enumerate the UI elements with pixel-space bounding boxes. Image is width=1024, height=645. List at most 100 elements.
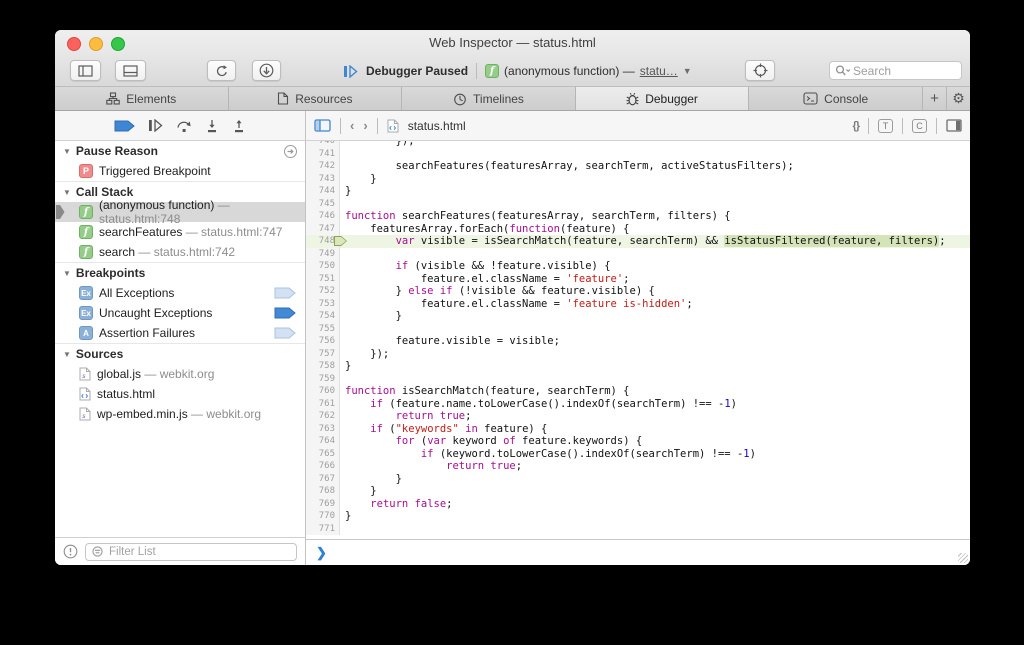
- code-text[interactable]: return true;: [340, 460, 522, 473]
- line-number[interactable]: 759: [306, 372, 340, 385]
- line-number[interactable]: 763: [306, 422, 340, 435]
- settings-button[interactable]: ⚙: [947, 87, 970, 110]
- code-text[interactable]: function searchFeatures(featuresArray, s…: [340, 210, 731, 223]
- filter-list-field[interactable]: [85, 542, 297, 561]
- back-button[interactable]: ‹: [350, 118, 354, 133]
- line-number[interactable]: 753: [306, 297, 340, 310]
- line-number[interactable]: 767: [306, 472, 340, 485]
- function-selector-dropdown[interactable]: f (anonymous function) — statu… ▼: [485, 64, 692, 78]
- call-stack-frame[interactable]: f searchFeatures — status.html:747: [55, 222, 305, 242]
- forward-button[interactable]: ›: [363, 118, 367, 133]
- close-button[interactable]: [67, 37, 81, 51]
- line-number[interactable]: 745: [306, 197, 340, 210]
- line-number[interactable]: 758: [306, 360, 340, 373]
- line-number[interactable]: 749: [306, 247, 340, 260]
- section-pause-reason[interactable]: ▼ Pause Reason ➜: [55, 141, 305, 161]
- line-number[interactable]: 756: [306, 335, 340, 348]
- code-text[interactable]: [340, 323, 345, 336]
- step-into-button[interactable]: [205, 119, 219, 133]
- pause-resume-button[interactable]: [148, 119, 163, 132]
- code-text[interactable]: });: [340, 141, 415, 148]
- code-text[interactable]: }: [340, 185, 351, 198]
- minimize-button[interactable]: [89, 37, 103, 51]
- line-number[interactable]: 771: [306, 522, 340, 535]
- section-sources[interactable]: ▼ Sources: [55, 343, 305, 364]
- goto-arrow-button[interactable]: ➜: [284, 144, 297, 158]
- add-tab-button[interactable]: +: [923, 87, 947, 110]
- line-number[interactable]: 755: [306, 322, 340, 335]
- code-text[interactable]: feature.visible = visible;: [340, 335, 560, 348]
- filter-list-input[interactable]: [107, 544, 290, 559]
- tab-elements[interactable]: Elements: [55, 87, 229, 110]
- breakpoint-item[interactable]: A Assertion Failures: [55, 323, 305, 343]
- code-text[interactable]: return false;: [340, 498, 452, 511]
- line-number[interactable]: 748: [306, 235, 347, 248]
- code-text[interactable]: featuresArray.forEach(function(feature) …: [340, 223, 629, 236]
- code-text[interactable]: [340, 373, 345, 386]
- code-text[interactable]: }: [340, 310, 402, 323]
- code-text[interactable]: if (feature.name.toLowerCase().indexOf(s…: [340, 398, 737, 411]
- breakpoint-toggle[interactable]: [274, 287, 296, 299]
- line-number[interactable]: 744: [306, 185, 340, 198]
- source-item[interactable]: status.html: [55, 384, 305, 404]
- line-number[interactable]: 743: [306, 172, 340, 185]
- line-number[interactable]: 741: [306, 147, 340, 160]
- line-number[interactable]: 765: [306, 447, 340, 460]
- code-text[interactable]: }: [340, 360, 351, 373]
- code-text[interactable]: if (visible && !feature.visible) {: [340, 260, 611, 273]
- code-text[interactable]: feature.el.className = 'feature';: [340, 273, 630, 286]
- code-text[interactable]: return true;: [340, 410, 472, 423]
- code-text[interactable]: feature.el.className = 'feature is-hidde…: [340, 298, 693, 311]
- line-number[interactable]: 747: [306, 222, 340, 235]
- disclosure-triangle-icon[interactable]: ▼: [63, 350, 71, 359]
- code-text[interactable]: }: [340, 510, 351, 523]
- line-number[interactable]: 770: [306, 510, 340, 523]
- dock-side-button[interactable]: [70, 60, 101, 81]
- tab-debugger[interactable]: Debugger: [575, 87, 750, 110]
- search-field[interactable]: [829, 61, 962, 80]
- line-number[interactable]: 764: [306, 435, 340, 448]
- disclosure-triangle-icon[interactable]: ▼: [63, 269, 71, 278]
- pretty-print-button[interactable]: {}: [852, 120, 860, 132]
- code-text[interactable]: }: [340, 473, 402, 486]
- breakpoint-item[interactable]: Ex Uncaught Exceptions: [55, 303, 305, 323]
- line-number[interactable]: 750: [306, 260, 340, 273]
- search-input[interactable]: [851, 62, 956, 79]
- code-text[interactable]: function isSearchMatch(feature, searchTe…: [340, 385, 629, 398]
- disclosure-triangle-icon[interactable]: ▼: [63, 188, 71, 197]
- code-text[interactable]: [340, 198, 345, 211]
- source-item[interactable]: s wp-embed.min.js — webkit.org: [55, 404, 305, 424]
- call-stack-frame[interactable]: f search — status.html:742: [55, 242, 305, 262]
- code-text[interactable]: [340, 148, 345, 161]
- code-text[interactable]: [340, 523, 345, 536]
- breakpoint-toggle[interactable]: [274, 327, 296, 339]
- dock-bottom-button[interactable]: [115, 60, 146, 81]
- code-text[interactable]: for (var keyword of feature.keywords) {: [340, 435, 643, 448]
- step-over-button[interactable]: [176, 119, 192, 132]
- breakpoint-item[interactable]: Ex All Exceptions: [55, 283, 305, 303]
- line-number[interactable]: 757: [306, 347, 340, 360]
- line-number[interactable]: 751: [306, 272, 340, 285]
- coverage-button[interactable]: C: [912, 118, 927, 133]
- line-number[interactable]: 742: [306, 160, 340, 173]
- quick-console[interactable]: ❯: [306, 539, 970, 565]
- code-text[interactable]: searchFeatures(featuresArray, searchTerm…: [340, 160, 794, 173]
- warnings-filter-button[interactable]: [63, 544, 78, 559]
- download-button[interactable]: [252, 60, 281, 81]
- tab-console[interactable]: Console: [749, 87, 923, 110]
- code-text[interactable]: });: [340, 348, 389, 361]
- tab-timelines[interactable]: Timelines: [402, 87, 576, 110]
- reload-button[interactable]: [207, 60, 236, 81]
- code-text[interactable]: var visible = isSearchMatch(feature, sea…: [340, 235, 946, 248]
- breadcrumb-file-name[interactable]: status.html: [408, 119, 466, 133]
- line-number[interactable]: 762: [306, 410, 340, 423]
- element-picker-button[interactable]: [745, 60, 775, 81]
- line-number[interactable]: 766: [306, 460, 340, 473]
- title-bar[interactable]: Web Inspector — status.html: [55, 30, 970, 56]
- call-stack-frame[interactable]: f (anonymous function) — status.html:748: [55, 198, 305, 226]
- line-number[interactable]: 760: [306, 385, 340, 398]
- line-number[interactable]: 761: [306, 397, 340, 410]
- breakpoints-toggle-button[interactable]: [114, 120, 135, 132]
- code-text[interactable]: } else if (!visible && feature.visible) …: [340, 285, 655, 298]
- pause-reason-item[interactable]: P Triggered Breakpoint: [55, 161, 305, 181]
